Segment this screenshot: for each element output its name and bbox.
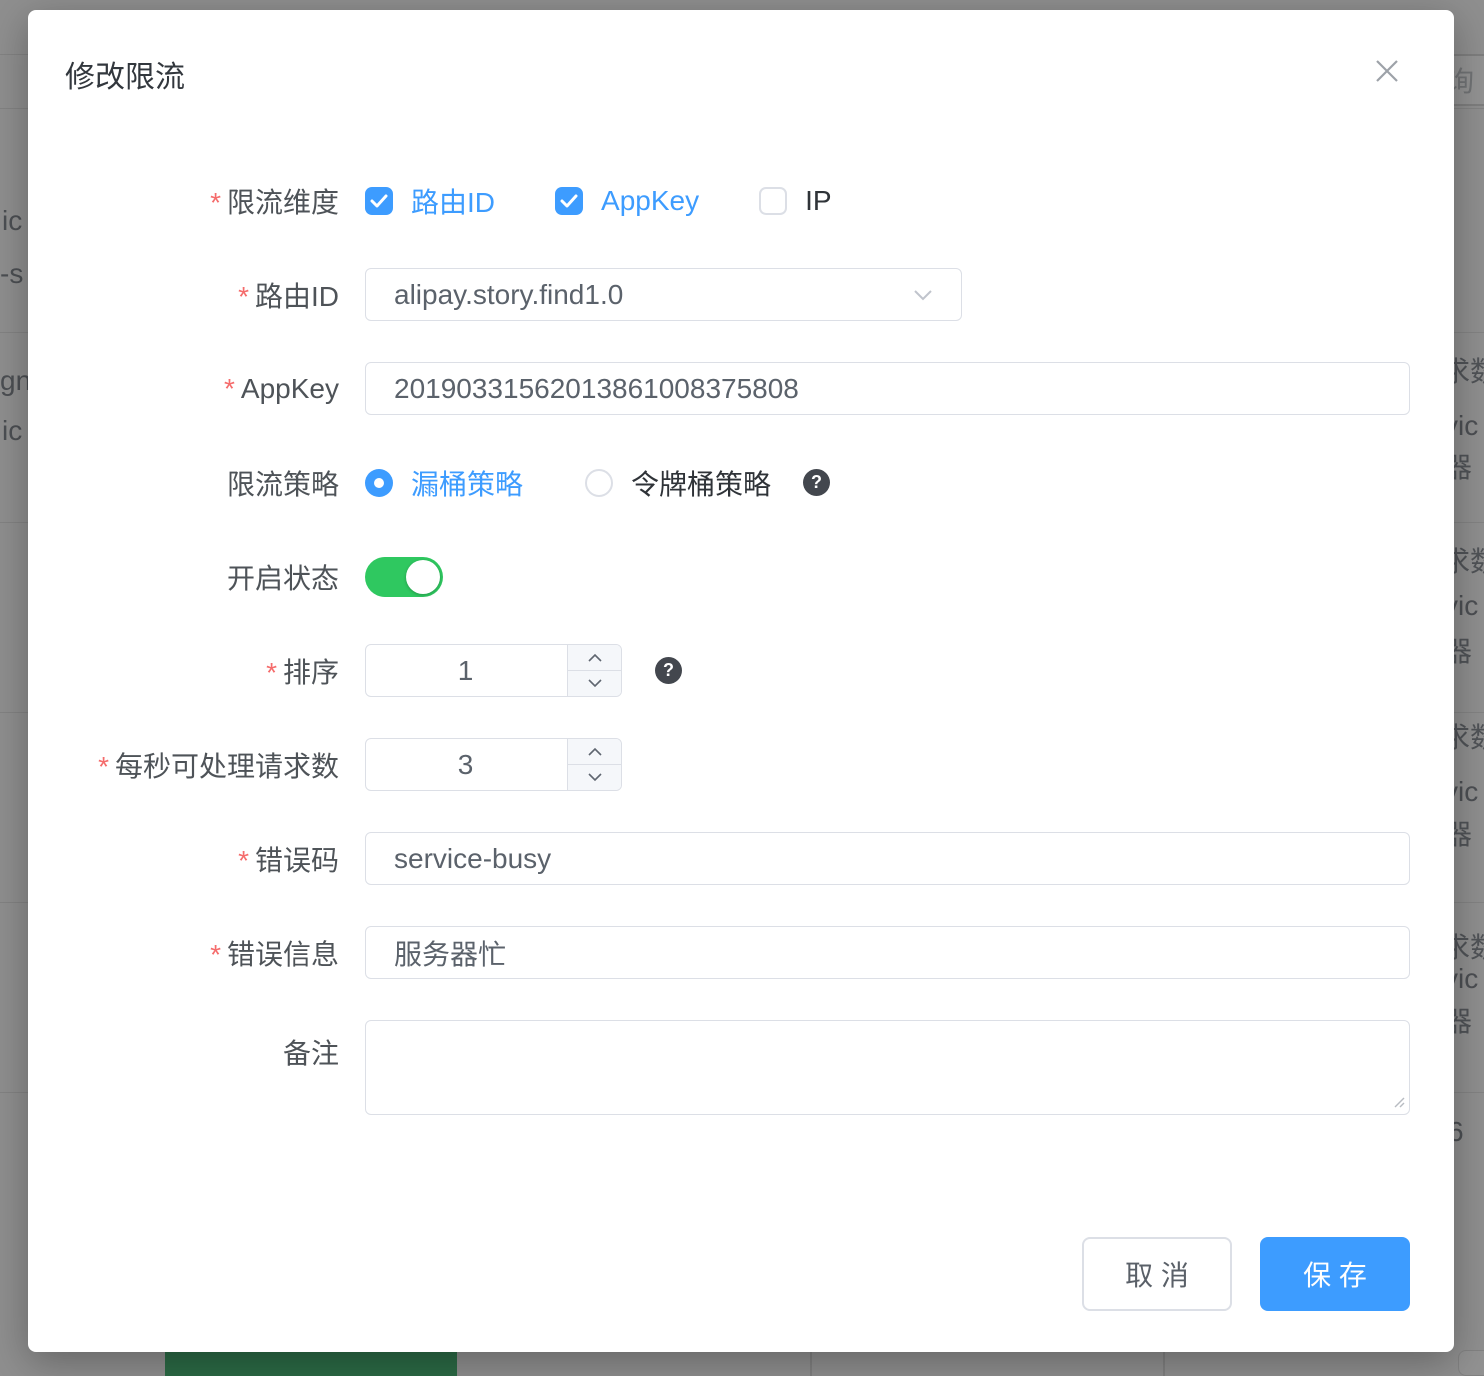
save-button[interactable]: 保 存 xyxy=(1260,1237,1410,1311)
sort-stepper xyxy=(567,645,621,696)
checkbox-option-appkey[interactable]: AppKey xyxy=(555,185,699,217)
form-row-route-id: *路由ID alipay.story.find1.0 xyxy=(28,268,1410,321)
strategy-help-icon[interactable]: ? xyxy=(803,469,830,496)
form-row-sort: *排序 ? xyxy=(28,644,1410,697)
remark-label: 备注 xyxy=(28,1032,339,1072)
qps-stepper xyxy=(567,739,621,790)
cancel-button[interactable]: 取 消 xyxy=(1082,1237,1232,1311)
checkbox-appkey[interactable] xyxy=(555,187,583,215)
checkbox-label-appkey[interactable]: AppKey xyxy=(601,185,699,217)
qps-stepper-down-button[interactable] xyxy=(568,765,621,790)
enabled-toggle[interactable] xyxy=(365,557,443,597)
radio-leaky-bucket[interactable] xyxy=(365,469,393,497)
strategy-label: 限流策略 xyxy=(28,463,339,503)
sort-help-icon[interactable]: ? xyxy=(655,657,682,684)
chevron-down-icon xyxy=(588,679,602,688)
radio-option-leaky-bucket[interactable]: 漏桶策略 xyxy=(365,463,523,503)
toggle-knob xyxy=(406,560,440,594)
check-icon xyxy=(560,194,578,208)
close-icon xyxy=(1372,56,1402,86)
edit-rate-limit-dialog: 修改限流 *限流维度 路由ID xyxy=(28,10,1454,1352)
form-row-error-code: *错误码 xyxy=(28,832,1410,885)
required-mark: * xyxy=(210,939,221,970)
required-mark: * xyxy=(224,373,235,404)
check-icon xyxy=(370,194,388,208)
required-mark: * xyxy=(238,845,249,876)
radio-label-token-bucket[interactable]: 令牌桶策略 xyxy=(631,463,771,503)
qps-number-input xyxy=(365,738,622,791)
radio-option-token-bucket[interactable]: 令牌桶策略 xyxy=(585,463,771,503)
sort-stepper-up-button[interactable] xyxy=(568,645,621,671)
checkbox-label-route-id[interactable]: 路由ID xyxy=(411,181,495,221)
resize-handle-icon[interactable] xyxy=(1391,1094,1405,1108)
required-mark: * xyxy=(210,187,221,218)
checkbox-option-ip[interactable]: IP xyxy=(759,185,831,217)
radio-label-leaky-bucket[interactable]: 漏桶策略 xyxy=(411,463,523,503)
appkey-label: *AppKey xyxy=(28,373,339,405)
chevron-down-icon xyxy=(588,773,602,782)
route-id-select-value: alipay.story.find1.0 xyxy=(394,279,913,311)
route-id-select[interactable]: alipay.story.find1.0 xyxy=(365,268,962,321)
form-row-appkey: *AppKey xyxy=(28,362,1410,415)
dialog-footer: 取 消 保 存 xyxy=(1082,1237,1410,1311)
enabled-label: 开启状态 xyxy=(28,557,339,597)
qps-label: *每秒可处理请求数 xyxy=(28,745,339,785)
close-button[interactable] xyxy=(1370,54,1404,88)
chevron-up-icon xyxy=(588,653,602,662)
dimension-label: *限流维度 xyxy=(28,181,339,221)
sort-number-input xyxy=(365,644,622,697)
required-mark: * xyxy=(266,657,277,688)
form-row-error-message: *错误信息 xyxy=(28,926,1410,979)
checkbox-option-route-id[interactable]: 路由ID xyxy=(365,181,495,221)
qps-stepper-up-button[interactable] xyxy=(568,739,621,765)
sort-label: *排序 xyxy=(28,651,339,691)
route-id-label: *路由ID xyxy=(28,275,339,315)
appkey-input[interactable] xyxy=(365,362,1410,415)
remark-textarea-wrap xyxy=(365,1020,1410,1115)
checkbox-label-ip[interactable]: IP xyxy=(805,185,831,217)
chevron-up-icon xyxy=(588,747,602,756)
dialog-title: 修改限流 xyxy=(65,52,185,96)
required-mark: * xyxy=(98,751,109,782)
error-code-input[interactable] xyxy=(365,832,1410,885)
form-row-remark: 备注 xyxy=(28,1020,1410,1115)
rate-limit-form: *限流维度 路由ID AppKey I xyxy=(28,174,1410,1156)
radio-token-bucket[interactable] xyxy=(585,469,613,497)
form-row-enabled: 开启状态 xyxy=(28,550,1410,603)
chevron-down-icon xyxy=(913,289,933,301)
sort-stepper-down-button[interactable] xyxy=(568,671,621,696)
error-message-input[interactable] xyxy=(365,926,1410,979)
required-mark: * xyxy=(238,281,249,312)
checkbox-route-id[interactable] xyxy=(365,187,393,215)
form-row-strategy: 限流策略 漏桶策略 令牌桶策略 ? xyxy=(28,456,1410,509)
checkbox-ip[interactable] xyxy=(759,187,787,215)
remark-textarea[interactable] xyxy=(365,1020,1410,1115)
form-row-qps: *每秒可处理请求数 xyxy=(28,738,1410,791)
form-row-dimension: *限流维度 路由ID AppKey I xyxy=(28,174,1410,227)
error-message-label: *错误信息 xyxy=(28,933,339,973)
error-code-label: *错误码 xyxy=(28,839,339,879)
